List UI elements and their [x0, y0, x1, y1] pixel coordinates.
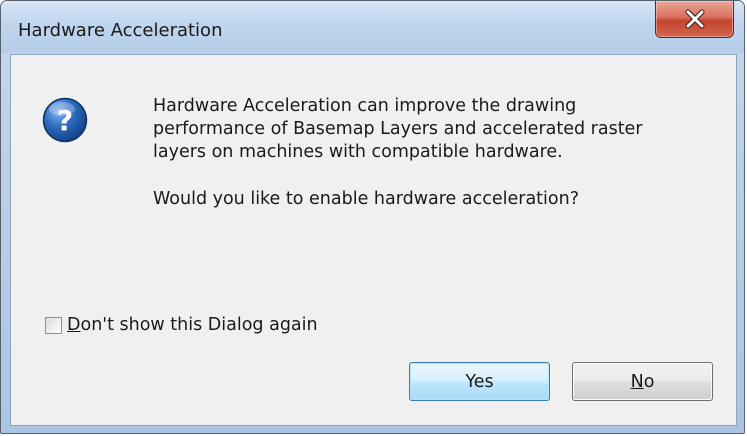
- message-line: layers on machines with compatible hardw…: [153, 142, 563, 162]
- close-icon: [685, 9, 704, 29]
- no-button-label: No: [630, 371, 655, 392]
- message-text: Hardware Acceleration can improve the dr…: [153, 95, 713, 211]
- question-icon: ?: [42, 97, 88, 143]
- message-line: performance of Basemap Layers and accele…: [153, 119, 643, 139]
- no-button[interactable]: No: [572, 362, 713, 401]
- dialog-window: Hardware Acceleration ? Hardware Acceler…: [0, 0, 745, 434]
- message-question: Would you like to enable hardware accele…: [153, 189, 579, 209]
- yes-button-label: Yes: [465, 371, 494, 392]
- dialog-body: ? Hardware Acceleration can improve the …: [10, 54, 737, 426]
- dont-show-again-label[interactable]: Don't show this Dialog again: [67, 315, 318, 335]
- yes-button[interactable]: Yes: [409, 362, 550, 401]
- window-title: Hardware Acceleration: [18, 20, 223, 41]
- message-line: Hardware Acceleration can improve the dr…: [153, 96, 577, 116]
- dont-show-again-checkbox[interactable]: [45, 316, 62, 334]
- title-bar[interactable]: Hardware Acceleration: [1, 1, 744, 53]
- close-button[interactable]: [655, 1, 734, 38]
- svg-text:?: ?: [57, 104, 73, 137]
- dont-show-again-option[interactable]: Don't show this Dialog again: [45, 315, 318, 335]
